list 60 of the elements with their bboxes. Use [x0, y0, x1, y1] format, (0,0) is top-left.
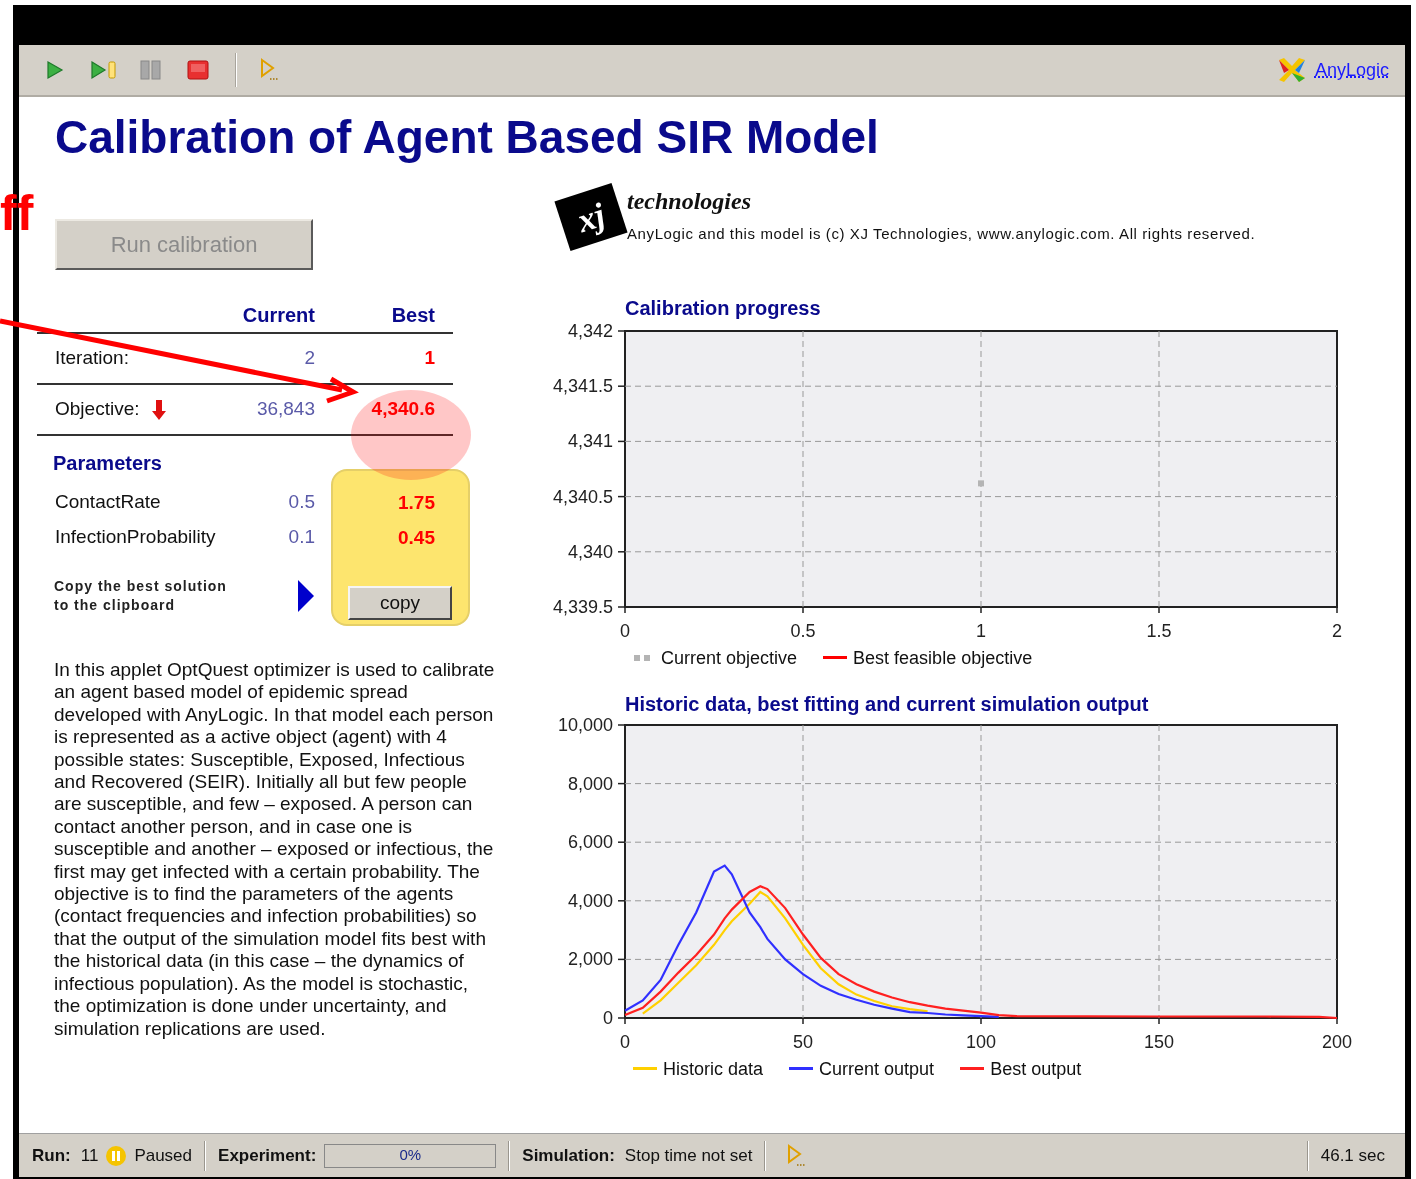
section-heading: Parameters [52, 451, 163, 475]
legend-label: Current objective [661, 646, 798, 670]
logo-wordmark: technologies [627, 187, 752, 216]
tick-label: 0 [620, 1031, 630, 1052]
elapsed-time: 46.1 sec [1320, 1144, 1385, 1167]
column-header: Current [241, 303, 316, 328]
xj-logo: xj [554, 183, 628, 251]
parameter-name: InfectionProbability [55, 525, 216, 550]
current-value: 2 [303, 346, 316, 371]
current-value: 0.5 [288, 490, 315, 515]
progress-text: 0% [399, 1145, 422, 1166]
run-state: Paused [134, 1144, 193, 1167]
tick-label: 8,000 [567, 773, 613, 794]
tick-label: 150 [1144, 1031, 1174, 1052]
tick-label: 0.5 [790, 620, 816, 641]
status-label: Run: [32, 1144, 71, 1167]
tick-label: 2 [1332, 620, 1342, 641]
best-value: 0.45 [397, 526, 436, 550]
legend-label: Current output [819, 1057, 935, 1081]
tick-label: 0 [603, 1007, 613, 1028]
tick-label: 0 [620, 620, 630, 641]
current-value: 36,843 [255, 397, 316, 422]
tick-label: 4,341.5 [552, 375, 613, 396]
copy-caption: Copy the best solution to the clipboard [54, 577, 227, 615]
legend-label: Best feasible objective [853, 646, 1033, 670]
simulation-state: Stop time not set [624, 1144, 753, 1167]
tick-label: 4,340.5 [552, 486, 613, 507]
tick-label: 10,000 [557, 714, 613, 735]
copy-button[interactable]: copy [348, 586, 452, 620]
row-label: Objective: [55, 397, 140, 422]
parameter-name: ContactRate [55, 490, 161, 515]
tick-label: 50 [793, 1031, 813, 1052]
tick-label: 4,340 [567, 541, 613, 562]
copyright-notice: AnyLogic and this model is (c) XJ Technologies, www.anylogic.com. All rights reserved. [627, 224, 1256, 244]
tick-label: 4,339.5 [552, 596, 613, 617]
page-title: Calibration of Agent Based SIR Model [55, 113, 880, 161]
legend-label: Best output [990, 1057, 1082, 1081]
chart-title: Historic data, best fitting and current simulation output [624, 691, 1150, 716]
tick-label: 4,342 [567, 320, 613, 341]
chart-title: Calibration progress [624, 295, 822, 320]
best-value: 1.75 [397, 491, 436, 515]
run-number: 11 [80, 1144, 99, 1167]
tick-label: 6,000 [567, 831, 613, 852]
tick-label: 200 [1322, 1031, 1352, 1052]
tick-label: 2,000 [567, 948, 613, 969]
column-header: Best [390, 303, 436, 328]
status-label: Simulation: [522, 1144, 615, 1167]
legend-label: Historic data [663, 1057, 764, 1081]
tick-label: 100 [966, 1031, 996, 1052]
tick-label: 4,341 [567, 430, 613, 451]
current-value: 0.1 [288, 525, 315, 550]
anylogic-link[interactable]: AnyLogic [1314, 56, 1389, 84]
best-value: 1 [423, 346, 436, 371]
tick-label: 1.5 [1146, 620, 1172, 641]
status-label: Experiment: [218, 1144, 317, 1167]
tick-label: 1 [976, 620, 986, 641]
best-value: 4,340.6 [370, 397, 436, 422]
description-paragraph: In this applet OptQuest optimizer is used to calibrate an agent based model of epidemic spread developed with AnyLogic. In that model each person is represented as a active object (agent) with 4 possible states: Susceptible, Exposed, Infectious and Recovered (SEIR). Initially all but few people are susceptible, and few – exposed. A person can contact another person, and in case one is susceptible and another – exposed or infectious, the first may get infected with a certain probability. The objective is to find the parameters of the agents (contact frequencies and infection probabilities) so that the output of the simulation model fits best with the historical data (in this case – the dynamics of infectious population). As the model is stochastic, the optimization is done under uncertainty, and simulation replications are used. [54, 659, 496, 1040]
tick-label: 4,000 [567, 890, 613, 911]
row-label: Iteration: [55, 346, 129, 371]
